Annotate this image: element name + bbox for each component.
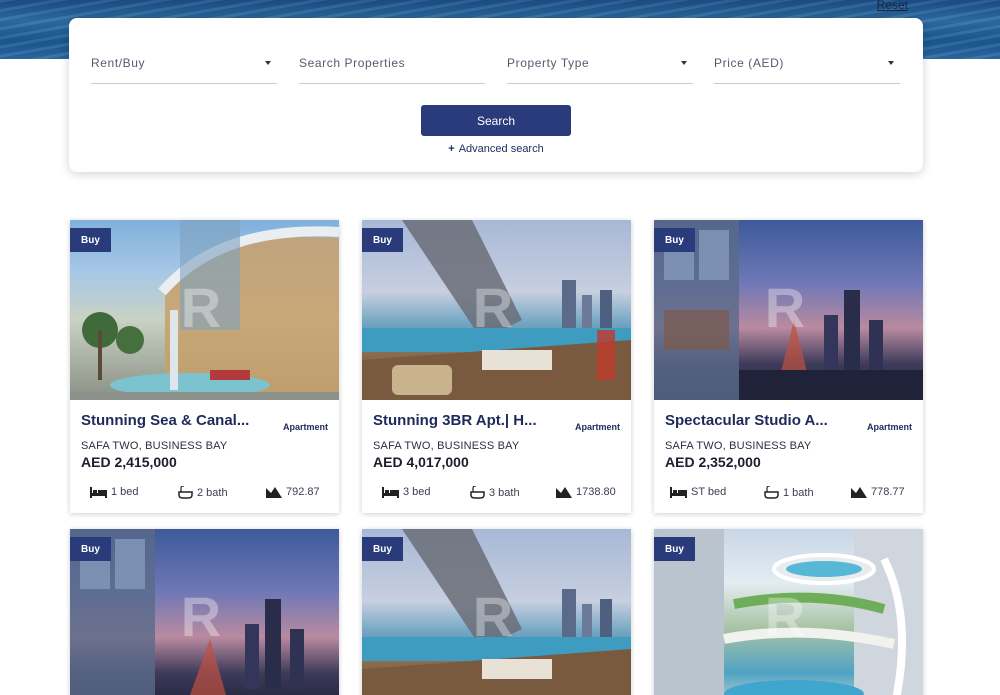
- listing-price: AED 2,415,000: [81, 454, 177, 470]
- area-stat: 778.77: [851, 486, 905, 498]
- property-type: Apartment: [866, 422, 912, 432]
- property-type-label: Property Type: [507, 56, 590, 70]
- baths-stat: 2 bath: [178, 486, 228, 499]
- listing-price: AED 4,017,000: [373, 454, 469, 470]
- listing-title[interactable]: Stunning Sea & Canal...: [81, 412, 261, 429]
- area-icon: [851, 487, 867, 498]
- baths-count: 1 bath: [783, 486, 814, 499]
- property-card[interactable]: R Buy Spectacular Studio A... Apartment …: [654, 220, 923, 513]
- listing-location: SAFA TWO, BUSINESS BAY: [81, 440, 228, 452]
- search-button[interactable]: Search: [421, 105, 571, 136]
- area-value: 1738.80: [576, 486, 616, 498]
- property-image[interactable]: R Buy: [70, 220, 339, 400]
- advanced-search-link[interactable]: + Advanced search: [69, 143, 923, 155]
- listing-badge: Buy: [654, 228, 695, 252]
- property-image[interactable]: R Buy: [362, 529, 631, 695]
- listing-title[interactable]: Stunning 3BR Apt.| H...: [373, 412, 553, 429]
- property-image[interactable]: R Buy: [362, 220, 631, 400]
- rent-buy-select[interactable]: Rent/Buy: [91, 56, 277, 84]
- property-image[interactable]: R Buy: [654, 529, 923, 695]
- plus-icon: +: [448, 143, 455, 155]
- property-card[interactable]: R Buy: [70, 529, 339, 695]
- watermark-logo: R: [180, 276, 222, 339]
- area-icon: [556, 487, 572, 498]
- bath-icon: [764, 486, 779, 499]
- watermark-logo: R: [472, 585, 514, 648]
- area-value: 778.77: [871, 486, 905, 498]
- beds-count: 3 bed: [403, 486, 431, 498]
- baths-count: 3 bath: [489, 486, 520, 499]
- bed-icon: [90, 486, 107, 498]
- listing-badge: Buy: [362, 537, 403, 561]
- beds-count: ST bed: [691, 486, 727, 498]
- price-select[interactable]: Price (AED): [714, 56, 900, 84]
- listing-badge: Buy: [70, 537, 111, 561]
- bed-icon: [670, 486, 687, 498]
- baths-stat: 1 bath: [764, 486, 814, 499]
- property-image[interactable]: R Buy: [70, 529, 339, 695]
- bed-icon: [382, 486, 399, 498]
- search-panel: Rent/Buy Property Type Price (AED) Searc…: [69, 18, 923, 172]
- search-input[interactable]: [299, 56, 485, 70]
- listing-price: AED 2,352,000: [665, 454, 761, 470]
- listing-location: SAFA TWO, BUSINESS BAY: [373, 440, 520, 452]
- listing-location: SAFA TWO, BUSINESS BAY: [665, 440, 812, 452]
- watermark-logo: R: [472, 276, 514, 339]
- bath-icon: [178, 486, 193, 499]
- property-image[interactable]: R Buy: [654, 220, 923, 400]
- area-stat: 1738.80: [556, 486, 616, 498]
- property-card[interactable]: R Buy Stunning 3BR Apt.| H... Apartment …: [362, 220, 631, 513]
- listing-title[interactable]: Spectacular Studio A...: [665, 412, 845, 429]
- chevron-down-icon: [888, 61, 894, 65]
- baths-stat: 3 bath: [470, 486, 520, 499]
- baths-count: 2 bath: [197, 486, 228, 499]
- watermark-logo: R: [180, 585, 222, 648]
- property-card[interactable]: R Buy: [654, 529, 923, 695]
- property-card[interactable]: R Buy: [362, 529, 631, 695]
- beds-stat: ST bed: [670, 486, 726, 498]
- area-icon: [266, 487, 282, 498]
- search-properties-field[interactable]: [299, 56, 485, 84]
- listing-badge: Buy: [70, 228, 111, 252]
- listing-badge: Buy: [654, 537, 695, 561]
- area-stat: 792.87: [266, 486, 320, 498]
- beds-stat: 3 bed: [382, 486, 431, 498]
- watermark-logo: R: [764, 276, 806, 339]
- chevron-down-icon: [265, 61, 271, 65]
- property-card[interactable]: R Buy Stunning Sea & Canal... Apartment …: [70, 220, 339, 513]
- property-type: Apartment: [282, 422, 328, 432]
- price-label: Price (AED): [714, 56, 784, 70]
- bath-icon: [470, 486, 485, 499]
- rent-buy-label: Rent/Buy: [91, 56, 146, 70]
- advanced-search-label: Advanced search: [458, 143, 544, 155]
- reset-link[interactable]: Reset: [877, 0, 908, 12]
- beds-count: 1 bed: [111, 486, 139, 498]
- area-value: 792.87: [286, 486, 320, 498]
- watermark-logo: R: [764, 585, 806, 648]
- property-type: Apartment: [574, 422, 620, 432]
- listing-badge: Buy: [362, 228, 403, 252]
- chevron-down-icon: [681, 61, 687, 65]
- property-type-select[interactable]: Property Type: [507, 56, 693, 84]
- beds-stat: 1 bed: [90, 486, 139, 498]
